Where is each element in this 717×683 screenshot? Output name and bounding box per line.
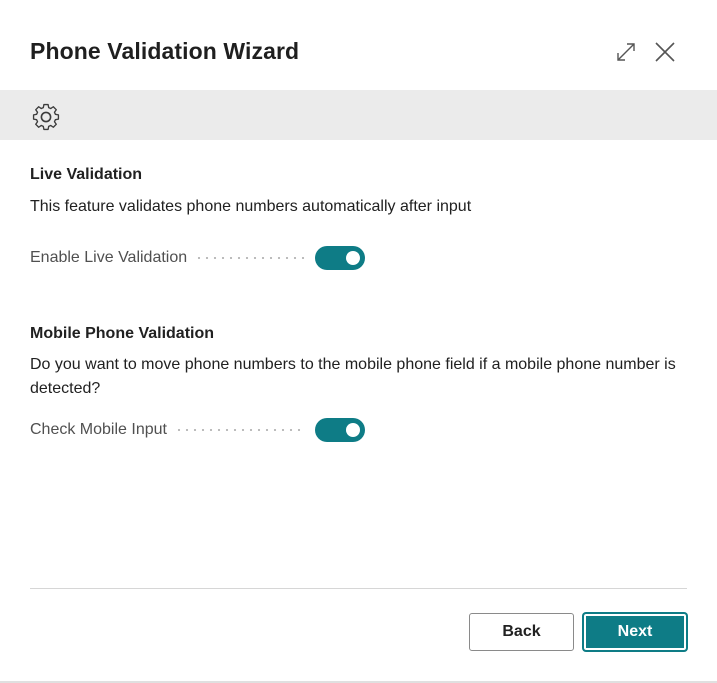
- expand-icon: [617, 43, 635, 61]
- footer-divider: [30, 588, 687, 589]
- back-button[interactable]: Back: [469, 613, 574, 651]
- expand-button[interactable]: [612, 38, 640, 66]
- field-leader-dots: [174, 429, 305, 431]
- check-mobile-input-field: Check Mobile Input: [30, 417, 365, 443]
- phone-validation-wizard-dialog: Phone Validation Wizard Live Validation …: [0, 0, 717, 683]
- close-icon: [655, 42, 675, 62]
- live-validation-heading: Live Validation: [30, 166, 143, 183]
- enable-live-validation-label: Enable Live Validation: [30, 249, 188, 266]
- enable-live-validation-toggle[interactable]: [315, 246, 365, 270]
- enable-live-validation-field: Enable Live Validation: [30, 245, 365, 271]
- check-mobile-input-toggle[interactable]: [315, 418, 365, 442]
- field-leader-dots: [195, 257, 305, 259]
- check-mobile-input-label: Check Mobile Input: [30, 421, 167, 438]
- settings-button[interactable]: [30, 101, 62, 133]
- next-button[interactable]: Next: [583, 613, 687, 651]
- close-button[interactable]: [651, 38, 679, 66]
- toggle-knob: [346, 423, 360, 437]
- gear-icon: [32, 103, 60, 131]
- dialog-title: Phone Validation Wizard: [30, 38, 300, 64]
- mobile-phone-validation-heading: Mobile Phone Validation: [30, 325, 215, 342]
- toggle-knob: [346, 251, 360, 265]
- action-bar: [0, 90, 717, 140]
- live-validation-description: This feature validates phone numbers aut…: [30, 198, 472, 215]
- mobile-phone-validation-description: Do you want to move phone numbers to the…: [30, 356, 676, 397]
